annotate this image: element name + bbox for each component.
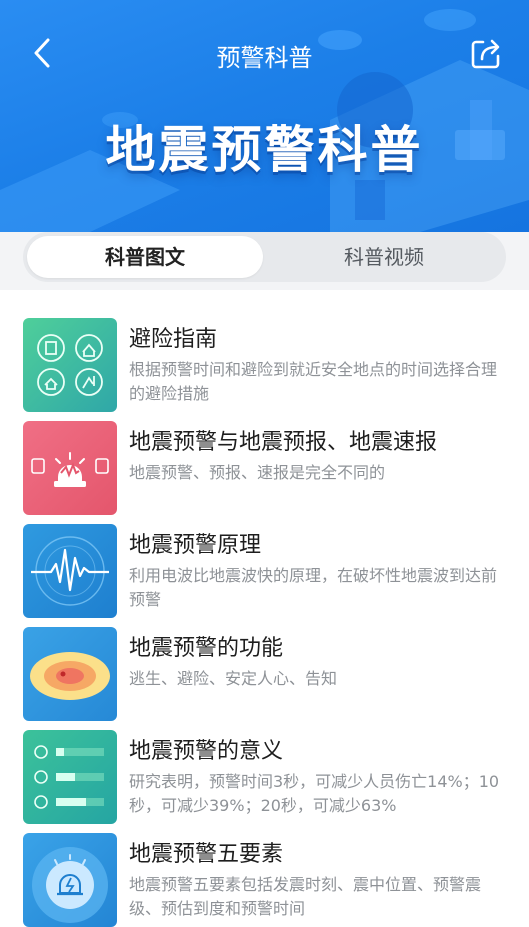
header-banner: 预警科普 地震预警科普 — [0, 0, 529, 232]
item-title: 地震预警的功能 — [129, 636, 284, 661]
item-title: 地震预警的意义 — [129, 739, 284, 764]
list-item[interactable]: 地震预警的意义 研究表明，预警时间3秒，可减少人员伤亡14%；10秒，可减少39… — [0, 702, 529, 824]
item-title: 地震预警五要素 — [129, 842, 284, 867]
list-item[interactable]: 避险指南 根据预警时间和避险到就近安全地点的时间选择合理的避险措施 — [0, 290, 529, 412]
page-title: 预警科普 — [216, 44, 313, 72]
tab-bar: 科普图文 科普视频 — [23, 232, 506, 282]
item-title: 地震预警原理 — [129, 533, 262, 558]
tab-articles[interactable]: 科普图文 — [27, 236, 263, 278]
item-title: 避险指南 — [129, 327, 218, 352]
share-icon[interactable] — [468, 36, 504, 72]
item-title: 地震预警与地震预报、地震速报 — [129, 430, 438, 455]
list-item[interactable]: 地震预警的功能 逃生、避险、安定人心、告知 — [0, 599, 529, 721]
item-desc: 地震预警五要素包括发震时刻、震中位置、预警震级、预估到度和预警时间 — [129, 875, 482, 918]
alarm-dial-icon — [23, 833, 117, 927]
banner-title: 地震预警科普 — [105, 121, 424, 179]
tab-videos[interactable]: 科普视频 — [266, 236, 502, 278]
list-item[interactable]: 地震预警原理 利用电波比地震波快的原理，在破坏性地震波到达前预警 — [0, 496, 529, 618]
list-item[interactable]: 地震预警与地震预报、地震速报 地震预警、预报、速报是完全不同的 — [0, 393, 529, 515]
item-desc: 地震预警、预报、速报是完全不同的 — [129, 463, 386, 482]
item-desc: 逃生、避险、安定人心、告知 — [129, 669, 338, 688]
list-item[interactable]: 地震预警五要素 地震预警五要素包括发震时刻、震中位置、预警震级、预估到度和预警时… — [0, 805, 529, 927]
tab-bar-container: 科普图文 科普视频 — [0, 232, 529, 290]
